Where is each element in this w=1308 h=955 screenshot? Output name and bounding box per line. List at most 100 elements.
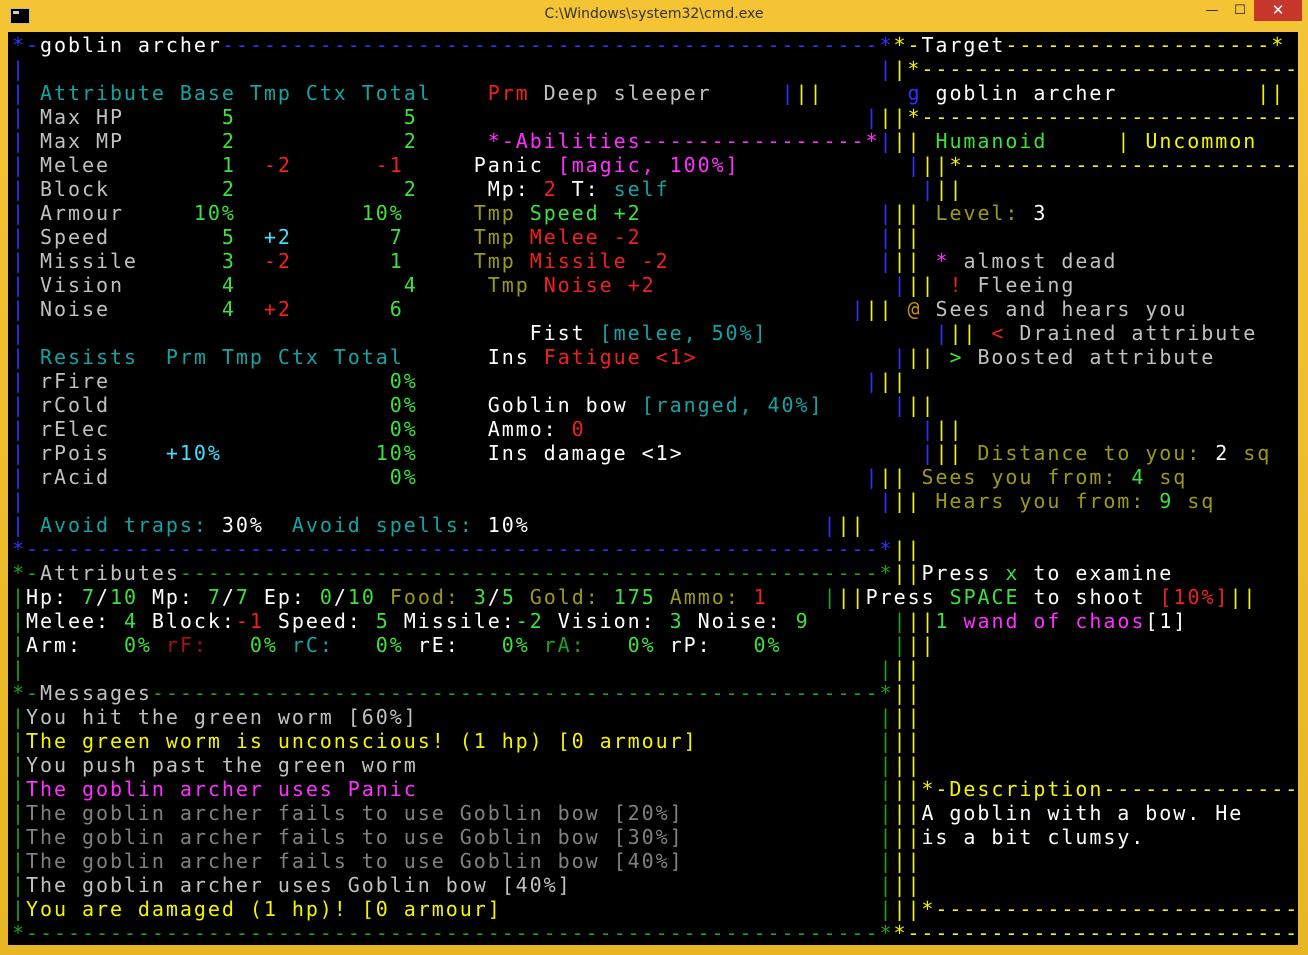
text-segment: 4 [1131, 465, 1160, 489]
text-segment: Tmp [487, 273, 544, 297]
text-segment: | [12, 393, 40, 417]
text-segment: 0% [627, 633, 656, 657]
text-segment: Missile: [389, 609, 516, 633]
screen-line: | Armour 10% 10% Tmp Speed +2 ||| Level:… [12, 201, 1298, 225]
text-segment: almost dead [963, 249, 1118, 273]
text-segment: | [12, 465, 40, 489]
text-segment: || || [935, 177, 964, 201]
text-segment: || [1243, 801, 1298, 825]
screen-line: |You push past the green worm ||| || [12, 753, 1298, 777]
screen-line: |Melee: 4 Block:-1 Speed: 5 Missile:-2 V… [12, 609, 1298, 633]
text-segment: 1 [753, 585, 768, 609]
text-segment: Fleeing [977, 273, 1076, 297]
text-segment: rFire [39, 369, 390, 393]
text-segment [404, 249, 474, 273]
title-bar[interactable]: C:\Windows\system32\cmd.exe — ☐ ✕ [0, 0, 1308, 32]
text-segment: || [1145, 825, 1298, 849]
text-segment: ----------------------------------------… [151, 681, 894, 705]
text-segment: [10%] [1159, 585, 1230, 609]
terminal-screen[interactable]: *-goblin archer-------------------------… [8, 32, 1298, 945]
text-segment: 0 [319, 585, 334, 609]
text-segment: 10 [109, 585, 138, 609]
text-segment: || || [893, 657, 922, 681]
text-segment: || [1271, 441, 1298, 465]
text-segment: Attribute Base Tmp Ctx Total [39, 81, 432, 105]
text-segment: *-Abilities----------------* [487, 129, 880, 153]
text-segment: 3 [221, 249, 264, 273]
text-segment: || [893, 129, 936, 153]
text-segment: || [1229, 585, 1258, 609]
text-segment: ||*------------------------------*| [879, 105, 1298, 129]
text-segment: || || [837, 513, 1298, 537]
text-segment: Drained attribute [1019, 321, 1258, 345]
text-segment: || [879, 465, 922, 489]
text-segment: | [571, 873, 894, 897]
text-segment: +2 [263, 225, 292, 249]
text-segment: Avoid spells: [291, 513, 488, 537]
text-segment: | [12, 609, 26, 633]
text-segment: 2 [543, 177, 558, 201]
text-segment: 0% [389, 369, 418, 393]
text-segment: || [1187, 297, 1298, 321]
text-segment: *---------------------------------------… [12, 921, 894, 945]
maximize-button[interactable]: ☐ [1226, 0, 1254, 21]
text-segment: | [12, 273, 40, 297]
text-segment: 6 [291, 297, 404, 321]
text-segment: || || [893, 753, 922, 777]
text-segment: ||*------------------------------*| [921, 153, 1298, 177]
text-segment: | [12, 153, 40, 177]
text-segment: The goblin archer uses Goblin bow [40%] [26, 873, 572, 897]
text-segment: 10% [221, 441, 418, 465]
text-segment: || [1257, 129, 1298, 153]
text-segment: rF: [151, 633, 250, 657]
text-segment: Panic [473, 153, 558, 177]
text-segment: || [893, 561, 922, 585]
text-segment: | [12, 129, 40, 153]
screen-line: *---------------------------------------… [12, 921, 1298, 945]
text-segment: 7 [291, 225, 404, 249]
text-segment: | [12, 225, 40, 249]
text-segment: | [529, 513, 838, 537]
text-segment: The goblin archer fails to use Goblin bo… [26, 849, 684, 873]
text-segment: | | [12, 657, 894, 681]
text-segment: You are damaged (1 hp)! [0 armour] [26, 897, 502, 921]
text-segment: || || [893, 681, 922, 705]
text-segment: 0% [249, 633, 278, 657]
text-segment: 3 [473, 585, 488, 609]
text-segment: || || [893, 225, 922, 249]
text-segment: | [417, 777, 894, 801]
text-segment: * [935, 249, 964, 273]
minimize-icon: — [1205, 3, 1219, 18]
text-segment: | [12, 369, 40, 393]
text-segment: Press [865, 585, 950, 609]
text-segment: +2 [263, 297, 292, 321]
text-segment: || || [907, 633, 936, 657]
text-segment: Max HP [39, 105, 222, 129]
text-segment: 7 [235, 585, 250, 609]
text-segment: x [1005, 561, 1020, 585]
text-segment: 4 4 [221, 273, 418, 297]
text-segment: sq [1159, 465, 1188, 489]
text-segment: 10 [347, 585, 376, 609]
screen-line: | Noise 4 +2 6 ||| @ Sees and hears you … [12, 297, 1298, 321]
text-segment: | [12, 81, 40, 105]
minimize-button[interactable]: — [1198, 0, 1226, 21]
text-segment: [magic, 100%] [557, 153, 740, 177]
text-segment: Melee [39, 153, 222, 177]
screen-line: | Attribute Base Tmp Ctx Total Prm Deep … [12, 81, 1298, 105]
text-segment: Hp: [26, 585, 82, 609]
text-segment: || [907, 345, 950, 369]
text-segment: T: [557, 177, 614, 201]
text-segment: || [907, 273, 950, 297]
text-segment: | [12, 633, 26, 657]
text-segment: 10% 10% [193, 201, 404, 225]
text-segment: || [1173, 561, 1298, 585]
close-button[interactable]: ✕ [1254, 0, 1302, 21]
text-segment: || [1215, 489, 1298, 513]
text-segment: | [739, 153, 922, 177]
screen-line: |The goblin archer fails to use Goblin b… [12, 825, 1298, 849]
text-segment: Mp: [487, 177, 544, 201]
text-segment: 3 [1033, 201, 1048, 225]
text-segment: -2 -1 [263, 153, 404, 177]
text-segment: Noise +2 [543, 273, 656, 297]
